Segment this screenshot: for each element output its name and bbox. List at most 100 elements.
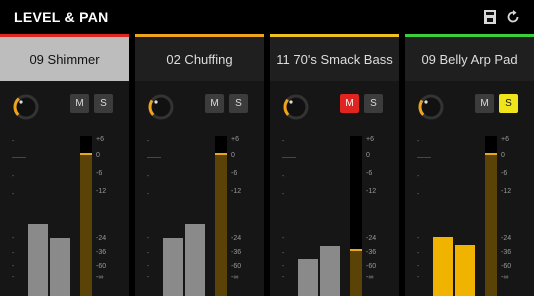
channel-name[interactable]: 02 Chuffing — [135, 37, 264, 81]
channel-body: M S - —— - - - - - - +6 0 -6 -12 -24 -36 -60 -∞ — [405, 81, 534, 296]
volume-fader[interactable] — [350, 136, 362, 296]
volume-fader[interactable] — [80, 136, 92, 296]
scale-dash: —— — [282, 154, 296, 161]
save-icon[interactable] — [482, 9, 498, 25]
scale-dash: - — [147, 173, 150, 180]
fader-fill — [485, 153, 497, 296]
mute-button[interactable]: M — [70, 94, 89, 113]
scale-label: -60 — [231, 263, 242, 270]
scale-dash: - — [12, 235, 15, 242]
scale-label: -12 — [366, 188, 377, 195]
scale-dash: - — [282, 274, 285, 281]
scale-dash: - — [147, 235, 150, 242]
scale-label: -∞ — [366, 274, 374, 281]
solo-button[interactable]: S — [94, 94, 113, 113]
meter-bar — [28, 224, 48, 296]
scale-dash: - — [147, 274, 150, 281]
scale-label: -∞ — [96, 274, 104, 281]
scale-dash: - — [147, 191, 150, 198]
scale-dash: - — [417, 173, 420, 180]
panel-title: LEVEL & PAN — [14, 9, 109, 25]
scale-label: -12 — [231, 188, 242, 195]
scale-dash: - — [282, 138, 285, 145]
scale-dash: - — [282, 250, 285, 257]
level-meter: - —— - - - - - - +6 0 -6 -12 -24 -36 -60 -∞ — [147, 136, 257, 296]
solo-button[interactable]: S — [364, 94, 383, 113]
scale-dash: - — [12, 263, 15, 270]
scale-label: -6 — [231, 170, 238, 177]
scale-label: 0 — [366, 152, 370, 159]
volume-fader[interactable] — [215, 136, 227, 296]
scale-dash: —— — [417, 154, 431, 161]
volume-fader[interactable] — [485, 136, 497, 296]
scale-dash: - — [417, 263, 420, 270]
scale-label: -60 — [96, 263, 107, 270]
scale-dash: - — [417, 235, 420, 242]
channel-strip: 09 Shimmer M S - —— - - - - - - +6 0 -6 -12 -24 -36 -60 -∞ — [0, 34, 129, 296]
channel-grid: 09 Shimmer M S - —— - - - - - - +6 0 -6 -12 -24 -36 -60 -∞… — [0, 34, 534, 296]
scale-label: +6 — [366, 136, 374, 143]
scale-dash: - — [12, 138, 15, 145]
fader-fill — [350, 249, 362, 296]
channel-name[interactable]: 09 Belly Arp Pad — [405, 37, 534, 81]
scale-dash: - — [282, 263, 285, 270]
channel-body: M S - —— - - - - - - +6 0 -6 -12 -24 -36 -60 -∞ — [0, 81, 129, 296]
scale-label: -12 — [501, 188, 512, 195]
meter-bar — [433, 237, 453, 296]
scale-label: -6 — [501, 170, 508, 177]
meter-bar — [163, 238, 183, 296]
meter-bar — [298, 259, 318, 296]
channel-strip: 02 Chuffing M S - —— - - - - - - +6 0 -6 -12 -24 -36 -60-… — [135, 34, 264, 296]
panel-header: LEVEL & PAN — [0, 0, 534, 34]
scale-label: -12 — [96, 188, 107, 195]
scale-dash: - — [12, 191, 15, 198]
mute-button[interactable]: M — [475, 94, 494, 113]
pan-knob[interactable] — [12, 93, 40, 121]
fader-fill — [80, 153, 92, 296]
scale-dash: - — [417, 274, 420, 281]
scale-label: -36 — [501, 249, 512, 256]
scale-label: -24 — [501, 235, 512, 242]
fader-fill — [215, 153, 227, 296]
mute-button[interactable]: M — [340, 94, 359, 113]
scale-label: -36 — [96, 249, 107, 256]
scale-dash: - — [417, 250, 420, 257]
meter-bar — [320, 246, 340, 296]
scale-dash: - — [12, 274, 15, 281]
scale-label: -60 — [501, 263, 512, 270]
scale-dash: - — [12, 173, 15, 180]
scale-label: +6 — [96, 136, 104, 143]
meter-bar — [455, 245, 475, 296]
mute-button[interactable]: M — [205, 94, 224, 113]
scale-label: 0 — [501, 152, 505, 159]
scale-dash: —— — [147, 154, 161, 161]
scale-dash: - — [282, 191, 285, 198]
scale-label: -36 — [231, 249, 242, 256]
channel-name[interactable]: 11 70's Smack Bass — [270, 37, 399, 81]
level-meter: - —— - - - - - - +6 0 -6 -12 -24 -36 -60 -∞ — [417, 136, 527, 296]
level-meter: - —— - - - - - - +6 0 -6 -12 -24 -36 -60 -∞ — [282, 136, 392, 296]
pan-knob[interactable] — [282, 93, 310, 121]
scale-label: -24 — [366, 235, 377, 242]
channel-name[interactable]: 09 Shimmer — [0, 37, 129, 81]
scale-label: 0 — [96, 152, 100, 159]
pan-knob[interactable] — [147, 93, 175, 121]
solo-button[interactable]: S — [229, 94, 248, 113]
refresh-icon[interactable] — [505, 9, 521, 25]
scale-dash: - — [417, 191, 420, 198]
scale-dash: - — [147, 263, 150, 270]
scale-label: +6 — [501, 136, 509, 143]
scale-dash: —— — [12, 154, 26, 161]
scale-label: -24 — [96, 235, 107, 242]
meter-bar — [50, 238, 70, 296]
scale-label: -60 — [366, 263, 377, 270]
scale-label: -∞ — [231, 274, 239, 281]
solo-button[interactable]: S — [499, 94, 518, 113]
pan-knob[interactable] — [417, 93, 445, 121]
scale-dash: - — [12, 250, 15, 257]
scale-label: +6 — [231, 136, 239, 143]
scale-label: -∞ — [501, 274, 509, 281]
scale-dash: - — [147, 138, 150, 145]
scale-dash: - — [282, 235, 285, 242]
scale-label: -6 — [366, 170, 373, 177]
